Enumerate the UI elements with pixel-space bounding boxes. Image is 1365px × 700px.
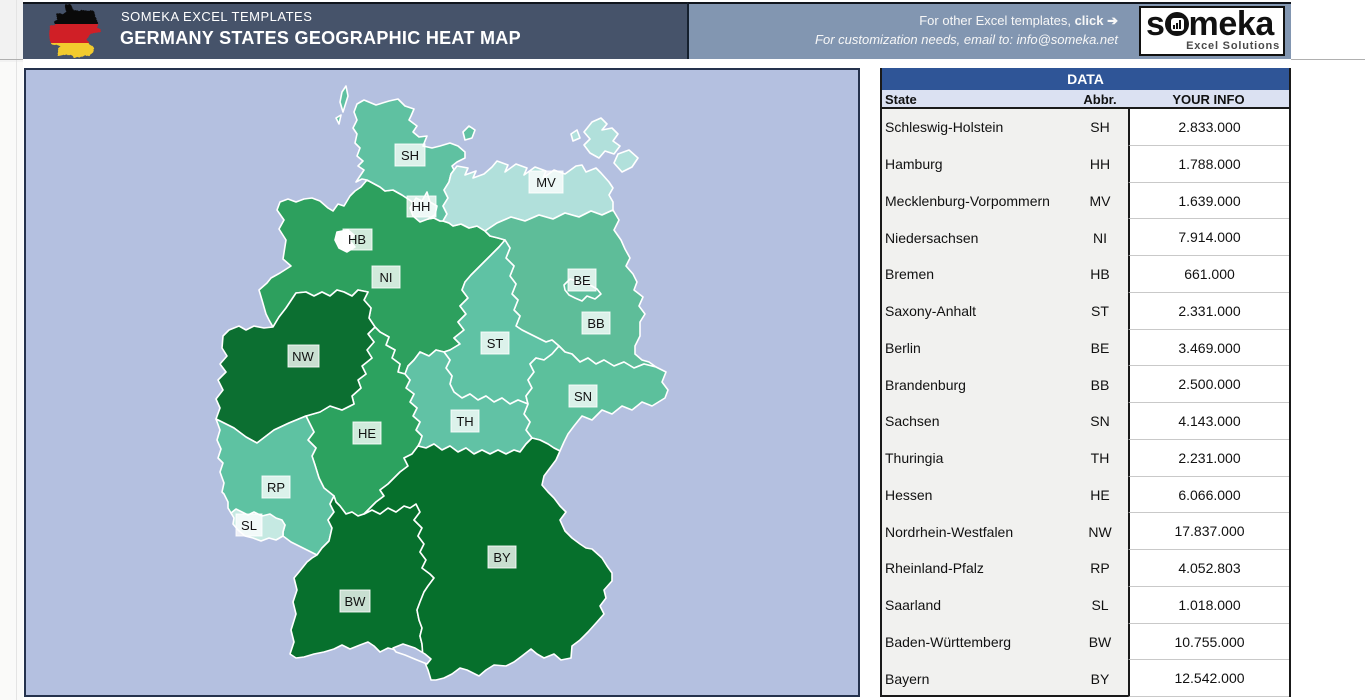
svg-text:MV: MV <box>536 175 556 190</box>
svg-text:SL: SL <box>241 518 257 533</box>
svg-text:BY: BY <box>493 550 511 565</box>
svg-text:BE: BE <box>573 273 591 288</box>
svg-text:SH: SH <box>401 148 419 163</box>
svg-text:TH: TH <box>456 414 473 429</box>
svg-text:NW: NW <box>292 349 314 364</box>
svg-text:RP: RP <box>267 480 285 495</box>
svg-text:NI: NI <box>380 270 393 285</box>
svg-text:HE: HE <box>358 426 376 441</box>
svg-text:HB: HB <box>348 232 366 247</box>
svg-text:ST: ST <box>487 336 504 351</box>
svg-text:SN: SN <box>574 389 592 404</box>
svg-text:BW: BW <box>345 594 367 609</box>
svg-text:BB: BB <box>587 316 604 331</box>
svg-text:HH: HH <box>412 199 431 214</box>
